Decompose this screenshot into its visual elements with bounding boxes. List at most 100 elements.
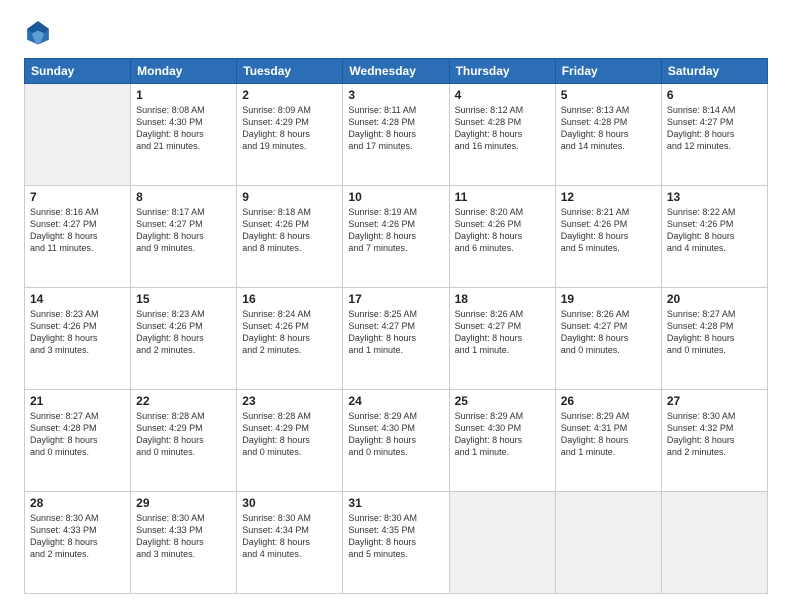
calendar-header-wednesday: Wednesday: [343, 59, 449, 84]
calendar-cell: 25Sunrise: 8:29 AM Sunset: 4:30 PM Dayli…: [449, 390, 555, 492]
day-number: 2: [242, 88, 337, 102]
day-number: 29: [136, 496, 231, 510]
calendar-cell: 22 Sunrise: 8:28 AM Sunset: 4:29 PM Dayli…: [131, 390, 237, 492]
cell-text: Sunrise: 8:26 AM Sunset: 4:27 PM Dayligh…: [561, 308, 656, 357]
cell-text: Sunrise: 8:30 AM Sunset: 4:33 PM Dayligh…: [30, 512, 125, 561]
day-number: 16: [242, 292, 337, 306]
cell-text: Sunrise: 8:30 AM Sunset: 4:34 PM Dayligh…: [242, 512, 337, 561]
calendar-week-4: 21 Sunrise: 8:27 AM Sunset: 4:28 PM Dayli…: [25, 390, 768, 492]
cell-text: Sunrise: 8:18 AM Sunset: 4:26 PM Dayligh…: [242, 206, 337, 255]
cell-text: Sunrise: 8:30 AM Sunset: 4:35 PM Dayligh…: [348, 512, 443, 561]
cell-text: Sunrise: 8:28 AM Sunset: 4:29 PM Dayligh…: [136, 410, 231, 459]
day-number: 26: [561, 394, 656, 408]
day-number: 25: [455, 394, 550, 408]
calendar-cell: 30 Sunrise: 8:30 AM Sunset: 4:34 PM Dayli…: [237, 492, 343, 594]
day-number: 12: [561, 190, 656, 204]
calendar-cell: 18 Sunrise: 8:26 AM Sunset: 4:27 PM Dayli…: [449, 288, 555, 390]
cell-text: Sunrise: 8:13 AM Sunset: 4:28 PM Dayligh…: [561, 104, 656, 153]
day-number: 7: [30, 190, 125, 204]
page: SundayMondayTuesdayWednesdayThursdayFrid…: [0, 0, 792, 612]
day-number: 24: [348, 394, 443, 408]
calendar-cell: 6Sunrise: 8:14 AM Sunset: 4:27 PM Daylig…: [661, 84, 767, 186]
calendar-week-5: 28 Sunrise: 8:30 AM Sunset: 4:33 PM Dayli…: [25, 492, 768, 594]
cell-text: Sunrise: 8:28 AM Sunset: 4:29 PM Dayligh…: [242, 410, 337, 459]
calendar-cell: 15 Sunrise: 8:23 AM Sunset: 4:26 PM Dayli…: [131, 288, 237, 390]
day-number: 13: [667, 190, 762, 204]
day-number: 9: [242, 190, 337, 204]
calendar-cell: 7 Sunrise: 8:16 AM Sunset: 4:27 PM Daylig…: [25, 186, 131, 288]
calendar-header-thursday: Thursday: [449, 59, 555, 84]
calendar-cell: 31 Sunrise: 8:30 AM Sunset: 4:35 PM Dayli…: [343, 492, 449, 594]
day-number: 6: [667, 88, 762, 102]
cell-text: Sunrise: 8:23 AM Sunset: 4:26 PM Dayligh…: [136, 308, 231, 357]
day-number: 3: [348, 88, 443, 102]
day-number: 20: [667, 292, 762, 306]
calendar-header-sunday: Sunday: [25, 59, 131, 84]
cell-text: Sunrise: 8:22 AM Sunset: 4:26 PM Dayligh…: [667, 206, 762, 255]
generalblue-icon: [24, 18, 52, 46]
cell-text: Sunrise: 8:12 AM Sunset: 4:28 PM Dayligh…: [455, 104, 550, 153]
calendar-cell: 28 Sunrise: 8:30 AM Sunset: 4:33 PM Dayli…: [25, 492, 131, 594]
cell-text: Sunrise: 8:09 AM Sunset: 4:29 PM Dayligh…: [242, 104, 337, 153]
calendar-cell: 9 Sunrise: 8:18 AM Sunset: 4:26 PM Daylig…: [237, 186, 343, 288]
cell-text: Sunrise: 8:27 AM Sunset: 4:28 PM Dayligh…: [30, 410, 125, 459]
cell-text: Sunrise: 8:25 AM Sunset: 4:27 PM Dayligh…: [348, 308, 443, 357]
cell-text: Sunrise: 8:26 AM Sunset: 4:27 PM Dayligh…: [455, 308, 550, 357]
calendar-cell: 4Sunrise: 8:12 AM Sunset: 4:28 PM Daylig…: [449, 84, 555, 186]
cell-text: Sunrise: 8:11 AM Sunset: 4:28 PM Dayligh…: [348, 104, 443, 153]
calendar-cell: [449, 492, 555, 594]
day-number: 10: [348, 190, 443, 204]
day-number: 5: [561, 88, 656, 102]
cell-text: Sunrise: 8:20 AM Sunset: 4:26 PM Dayligh…: [455, 206, 550, 255]
calendar-cell: 26Sunrise: 8:29 AM Sunset: 4:31 PM Dayli…: [555, 390, 661, 492]
header: [24, 18, 768, 46]
calendar-header-monday: Monday: [131, 59, 237, 84]
cell-text: Sunrise: 8:27 AM Sunset: 4:28 PM Dayligh…: [667, 308, 762, 357]
day-number: 23: [242, 394, 337, 408]
cell-text: Sunrise: 8:16 AM Sunset: 4:27 PM Dayligh…: [30, 206, 125, 255]
calendar-cell: 24 Sunrise: 8:29 AM Sunset: 4:30 PM Dayli…: [343, 390, 449, 492]
calendar-cell: 1Sunrise: 8:08 AM Sunset: 4:30 PM Daylig…: [131, 84, 237, 186]
cell-text: Sunrise: 8:24 AM Sunset: 4:26 PM Dayligh…: [242, 308, 337, 357]
day-number: 22: [136, 394, 231, 408]
calendar-cell: 10 Sunrise: 8:19 AM Sunset: 4:26 PM Dayli…: [343, 186, 449, 288]
day-number: 18: [455, 292, 550, 306]
logo: [24, 18, 54, 46]
day-number: 31: [348, 496, 443, 510]
calendar-cell: 29 Sunrise: 8:30 AM Sunset: 4:33 PM Dayli…: [131, 492, 237, 594]
day-number: 15: [136, 292, 231, 306]
cell-text: Sunrise: 8:21 AM Sunset: 4:26 PM Dayligh…: [561, 206, 656, 255]
day-number: 21: [30, 394, 125, 408]
calendar-week-1: 1Sunrise: 8:08 AM Sunset: 4:30 PM Daylig…: [25, 84, 768, 186]
cell-text: Sunrise: 8:19 AM Sunset: 4:26 PM Dayligh…: [348, 206, 443, 255]
calendar-cell: 21 Sunrise: 8:27 AM Sunset: 4:28 PM Dayli…: [25, 390, 131, 492]
cell-text: Sunrise: 8:30 AM Sunset: 4:33 PM Dayligh…: [136, 512, 231, 561]
calendar-cell: 23 Sunrise: 8:28 AM Sunset: 4:29 PM Dayli…: [237, 390, 343, 492]
calendar-cell: 13 Sunrise: 8:22 AM Sunset: 4:26 PM Dayli…: [661, 186, 767, 288]
calendar-cell: 2 Sunrise: 8:09 AM Sunset: 4:29 PM Daylig…: [237, 84, 343, 186]
calendar-cell: 16 Sunrise: 8:24 AM Sunset: 4:26 PM Dayli…: [237, 288, 343, 390]
calendar-header-saturday: Saturday: [661, 59, 767, 84]
calendar-header-friday: Friday: [555, 59, 661, 84]
cell-text: Sunrise: 8:29 AM Sunset: 4:30 PM Dayligh…: [348, 410, 443, 459]
day-number: 14: [30, 292, 125, 306]
calendar-cell: 27Sunrise: 8:30 AM Sunset: 4:32 PM Dayli…: [661, 390, 767, 492]
day-number: 27: [667, 394, 762, 408]
calendar-cell: 5 Sunrise: 8:13 AM Sunset: 4:28 PM Daylig…: [555, 84, 661, 186]
calendar-header-row: SundayMondayTuesdayWednesdayThursdayFrid…: [25, 59, 768, 84]
cell-text: Sunrise: 8:17 AM Sunset: 4:27 PM Dayligh…: [136, 206, 231, 255]
day-number: 30: [242, 496, 337, 510]
day-number: 19: [561, 292, 656, 306]
calendar-header-tuesday: Tuesday: [237, 59, 343, 84]
calendar-week-3: 14 Sunrise: 8:23 AM Sunset: 4:26 PM Dayli…: [25, 288, 768, 390]
day-number: 28: [30, 496, 125, 510]
day-number: 17: [348, 292, 443, 306]
calendar-cell: [661, 492, 767, 594]
calendar-cell: 11Sunrise: 8:20 AM Sunset: 4:26 PM Dayli…: [449, 186, 555, 288]
calendar-cell: 14Sunrise: 8:23 AM Sunset: 4:26 PM Dayli…: [25, 288, 131, 390]
calendar-cell: 17 Sunrise: 8:25 AM Sunset: 4:27 PM Dayli…: [343, 288, 449, 390]
cell-text: Sunrise: 8:08 AM Sunset: 4:30 PM Dayligh…: [136, 104, 231, 153]
calendar-cell: [555, 492, 661, 594]
calendar-week-2: 7 Sunrise: 8:16 AM Sunset: 4:27 PM Daylig…: [25, 186, 768, 288]
day-number: 8: [136, 190, 231, 204]
